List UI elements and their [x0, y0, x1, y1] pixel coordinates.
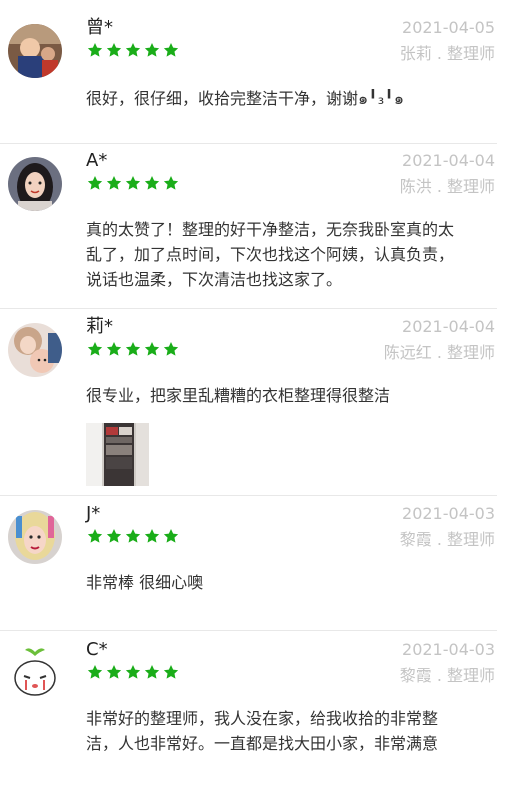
review-photo[interactable]: [86, 423, 149, 486]
star-icon: [163, 664, 179, 680]
review-date: 2021-04-03: [402, 640, 495, 659]
review-date: 2021-04-05: [402, 18, 495, 37]
star-icon: [87, 42, 103, 58]
star-rating: [87, 341, 179, 357]
star-rating: [87, 664, 179, 680]
review-text: 非常棒 很细心噢: [86, 573, 204, 592]
reviewer-name: A*: [86, 150, 108, 171]
review-text: 非常好的整理师，我人没在家，给我收拾的非常整洁，人也非常好。一直都是找大田小家，…: [86, 709, 439, 753]
star-icon: [163, 341, 179, 357]
divider: [0, 308, 497, 309]
avatar[interactable]: [8, 157, 62, 211]
avatar[interactable]: [8, 24, 62, 78]
avatar[interactable]: [8, 646, 62, 700]
staff-name: 黎霞 . 整理师: [399, 530, 495, 549]
star-icon: [144, 664, 160, 680]
star-icon: [125, 528, 141, 544]
avatar[interactable]: [8, 323, 62, 377]
star-icon: [87, 341, 103, 357]
star-icon: [144, 341, 160, 357]
star-icon: [144, 528, 160, 544]
star-icon: [144, 42, 160, 58]
star-icon: [125, 664, 141, 680]
star-icon: [125, 175, 141, 191]
star-icon: [125, 42, 141, 58]
reviewer-name: 曾*: [86, 17, 113, 38]
review-text: 很专业，把家里乱糟糟的衣柜整理得很整洁: [86, 386, 391, 405]
staff-name: 陈远红 . 整理师: [383, 343, 495, 362]
star-icon: [87, 528, 103, 544]
review-text: 很好，很仔细，收拾完整洁干净，谢谢๑╹₃╹๑: [86, 89, 404, 108]
star-icon: [163, 42, 179, 58]
review-date: 2021-04-04: [402, 151, 495, 170]
star-icon: [87, 175, 103, 191]
star-icon: [87, 664, 103, 680]
divider: [0, 143, 497, 144]
star-icon: [106, 341, 122, 357]
divider: [0, 495, 497, 496]
avatar[interactable]: [8, 510, 62, 564]
star-icon: [163, 528, 179, 544]
star-icon: [125, 341, 141, 357]
staff-name: 陈洪 . 整理师: [399, 177, 495, 196]
divider: [0, 630, 497, 631]
star-rating: [87, 42, 179, 58]
star-icon: [106, 175, 122, 191]
reviewer-name: C*: [86, 639, 108, 660]
star-rating: [87, 175, 179, 191]
star-icon: [106, 528, 122, 544]
star-icon: [163, 175, 179, 191]
reviewer-name: J*: [86, 503, 101, 524]
staff-name: 黎霞 . 整理师: [399, 666, 495, 685]
star-icon: [144, 175, 160, 191]
review-date: 2021-04-04: [402, 317, 495, 336]
review-text: 真的太赞了！整理的好干净整洁，无奈我卧室真的太乱了，加了点时间，下次也找这个阿姨…: [86, 220, 455, 289]
star-rating: [87, 528, 179, 544]
reviewer-name: 莉*: [86, 316, 113, 337]
star-icon: [106, 42, 122, 58]
star-icon: [106, 664, 122, 680]
staff-name: 张莉 . 整理师: [399, 44, 495, 63]
review-date: 2021-04-03: [402, 504, 495, 523]
